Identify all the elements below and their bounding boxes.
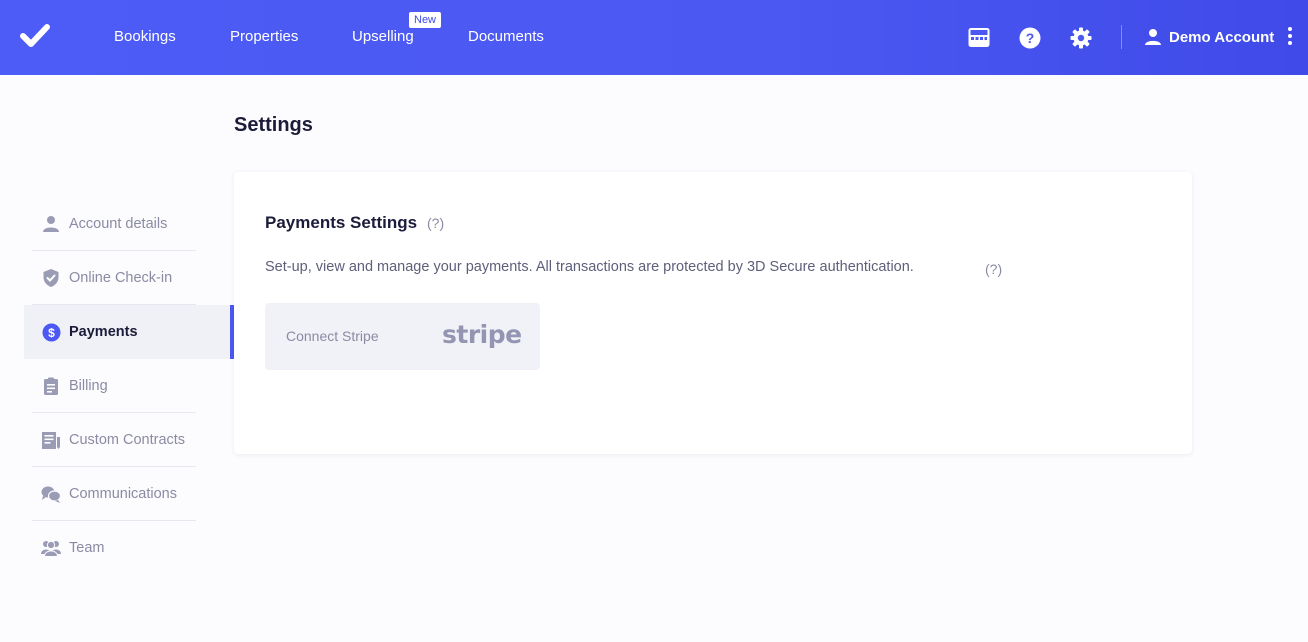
sidebar-item-label: Online Check-in xyxy=(69,270,173,286)
payments-settings-card: Payments Settings (?) Set-up, view and m… xyxy=(234,172,1192,454)
dollar-circle-icon: $ xyxy=(41,322,61,342)
user-icon xyxy=(41,214,61,234)
sidebar-item-payments[interactable]: $ Payments xyxy=(24,305,234,359)
user-icon xyxy=(1145,29,1161,45)
sidebar-item-account-details[interactable]: Account details xyxy=(24,197,234,251)
header-divider xyxy=(1121,25,1122,49)
team-icon xyxy=(41,538,61,558)
sidebar-item-communications[interactable]: Communications xyxy=(24,467,234,521)
settings-sidebar: Account details Online Check-in $ Paymen… xyxy=(24,197,234,575)
nav-properties[interactable]: Properties xyxy=(230,28,298,45)
connect-stripe-label: Connect Stripe xyxy=(286,328,379,344)
sidebar-item-team[interactable]: Team xyxy=(24,521,234,575)
sidebar-item-custom-contracts[interactable]: Custom Contracts xyxy=(24,413,234,467)
gear-icon[interactable] xyxy=(1069,26,1093,50)
new-badge: New xyxy=(409,12,442,28)
shield-check-icon xyxy=(41,268,61,288)
sidebar-item-label: Custom Contracts xyxy=(69,432,186,448)
sidebar-item-label: Communications xyxy=(69,486,177,502)
clipboard-icon xyxy=(41,376,61,396)
svg-text:?: ? xyxy=(1026,30,1035,46)
sidebar-item-label: Payments xyxy=(69,324,138,340)
help-icon[interactable]: ? xyxy=(1018,26,1042,50)
connect-stripe-button[interactable]: Connect Stripe stripe xyxy=(265,303,540,370)
contract-icon xyxy=(41,430,61,450)
sidebar-item-label: Billing xyxy=(69,378,108,394)
calendar-grid-icon[interactable] xyxy=(967,26,991,50)
stripe-logo: stripe xyxy=(442,320,522,349)
account-name: Demo Account xyxy=(1169,28,1275,46)
nav-bookings[interactable]: Bookings xyxy=(114,28,176,45)
payments-settings-title: Payments Settings xyxy=(265,213,418,232)
page-title: Settings xyxy=(234,114,313,136)
top-navigation-bar: Bookings Properties Upselling New Docume… xyxy=(0,0,1308,75)
payments-help-tooltip[interactable]: (?) xyxy=(427,215,444,231)
account-menu[interactable]: Demo Account xyxy=(1144,27,1274,47)
payments-description: Set-up, view and manage your payments. A… xyxy=(265,259,914,275)
chat-bubbles-icon xyxy=(41,484,61,504)
nav-documents[interactable]: Documents xyxy=(468,28,544,45)
sidebar-item-label: Team xyxy=(69,540,105,556)
checkmark-logo-icon[interactable] xyxy=(20,22,50,50)
sidebar-item-billing[interactable]: Billing xyxy=(24,359,234,413)
sidebar-item-label: Account details xyxy=(69,216,168,232)
secure-auth-help-tooltip[interactable]: (?) xyxy=(985,261,1002,277)
svg-text:$: $ xyxy=(48,326,55,340)
more-options-icon[interactable] xyxy=(1285,27,1295,49)
nav-upselling[interactable]: Upselling xyxy=(352,28,414,45)
sidebar-item-online-check-in[interactable]: Online Check-in xyxy=(24,251,234,305)
